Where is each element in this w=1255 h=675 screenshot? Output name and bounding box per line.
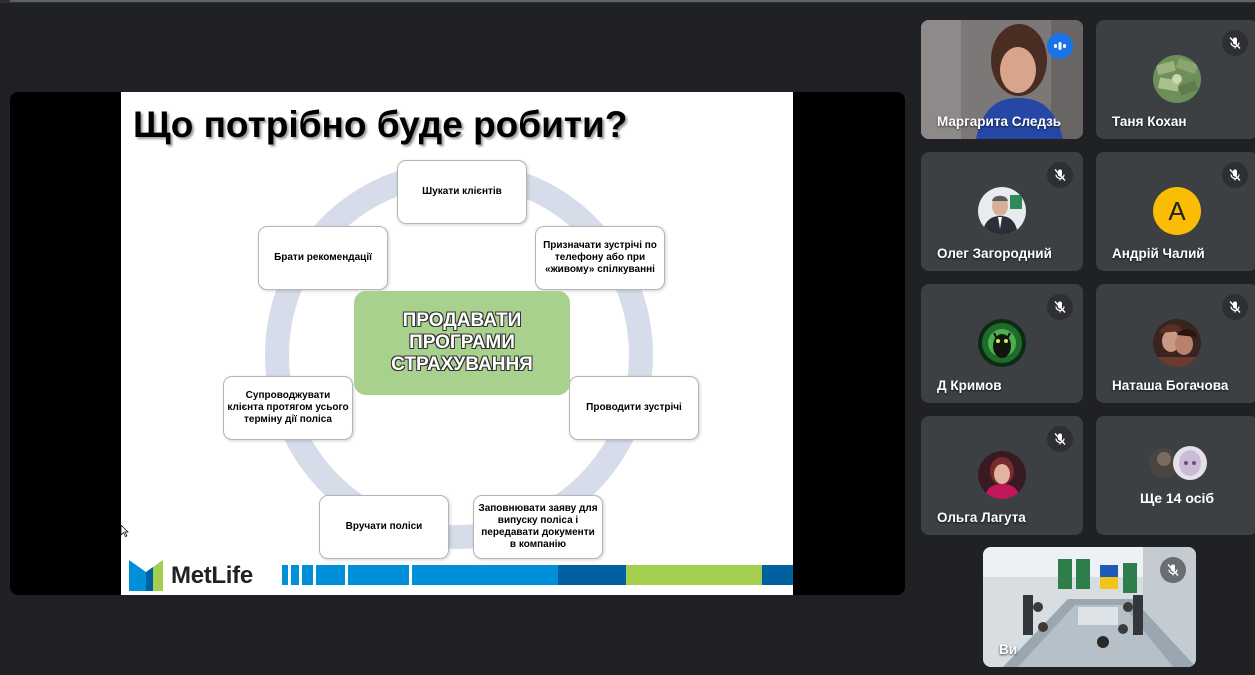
brand-stripe-segment [558,565,626,585]
brand-stripe-segment [316,565,345,585]
mic-off-icon [1047,162,1073,188]
brand-stripe-segment [302,565,313,585]
self-view-tile[interactable]: Ви [983,547,1196,667]
participant-tile[interactable]: Ольга Лагута [921,416,1083,535]
avatar [1153,55,1201,103]
avatar: A [1153,187,1201,235]
brand-stripe-segment [282,565,288,585]
top-bar [0,0,1255,3]
participant-tile[interactable]: Таня Кохан [1096,20,1255,139]
participant-tile[interactable]: Наташа Богачова [1096,284,1255,403]
step-find-clients: Шукати клієнтів [397,160,527,224]
more-participants-label: Ще 14 осіб [1139,490,1215,506]
step-fill-application: Заповнювати заяву для випуску поліса і п… [473,495,603,559]
more-participants-avatars [1149,446,1207,480]
mic-off-icon [1222,294,1248,320]
avatar [978,187,1026,235]
brand-stripe-segment [626,565,762,585]
step-get-referrals: Брати рекомендації [258,226,388,290]
step-deliver-policies: Вручати поліси [319,495,449,559]
top-divider [10,0,1255,2]
avatar [978,451,1026,499]
participant-name: Наташа Богачова [1112,378,1229,393]
mic-off-icon [1047,426,1073,452]
participant-tile[interactable]: A Андрій Чалий [1096,152,1255,271]
participant-name: Маргарита Следзь [937,114,1062,129]
participant-name: Олег Загородний [937,246,1052,261]
self-view-name: Ви [999,642,1018,657]
participant-tile[interactable]: Олег Загородний [921,152,1083,271]
brand-stripe-segment [348,565,409,585]
avatar [978,319,1026,367]
participant-name: Д Кримов [937,378,1002,393]
metlife-logo-icon [129,560,163,591]
step-support-client: Супроводжувати клієнта протягом усього т… [223,376,353,440]
presentation-stage[interactable]: Що потрібно буде робити? Шукати клієнтів… [10,92,905,595]
mic-off-icon [1160,557,1186,583]
brand-stripe-segment [762,565,793,585]
step-schedule-meetings: Призначати зустрічі по телефону або при … [535,226,665,290]
avatar [1153,319,1201,367]
participant-name: Андрій Чалий [1112,246,1205,261]
presentation-slide: Що потрібно буде робити? Шукати клієнтів… [121,92,793,595]
participant-tile[interactable]: Д Кримов [921,284,1083,403]
mic-off-icon [1222,30,1248,56]
center-goal-text: ПРОДАВАТИ ПРОГРАМИ СТРАХУВАННЯ [391,309,533,376]
speaking-indicator-icon [1047,33,1073,59]
participant-tile[interactable]: Маргарита Следзь [921,20,1083,139]
brand-stripe-segment [412,565,558,585]
mic-off-icon [1047,294,1073,320]
brand-stripe-segment [291,565,299,585]
mouse-cursor-icon [121,525,129,537]
more-participants-tile[interactable]: Ще 14 осіб [1096,416,1255,535]
participant-name: Таня Кохан [1112,114,1187,129]
metlife-logo-text: MetLife [171,562,253,589]
center-goal-box: ПРОДАВАТИ ПРОГРАМИ СТРАХУВАННЯ [354,291,570,395]
participant-name: Ольга Лагута [937,510,1026,525]
step-conduct-meetings: Проводити зустрічі [569,376,699,440]
mic-off-icon [1222,162,1248,188]
